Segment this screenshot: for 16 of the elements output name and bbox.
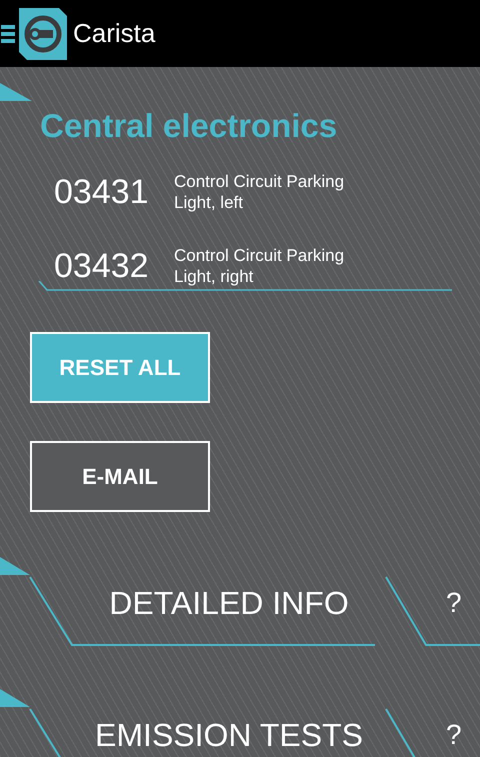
help-link[interactable]: ? (446, 719, 462, 751)
fault-code: 03431 (53, 172, 150, 212)
menu-item[interactable]: EMISSION TESTS (84, 716, 374, 754)
app-title: Carista (73, 18, 156, 49)
wrench-logo-icon (19, 8, 67, 60)
email-button[interactable]: E-MAIL (30, 441, 210, 512)
fault-description: Control Circuit Parking Light, right (174, 245, 346, 287)
accent-triangle (0, 689, 32, 709)
help-link[interactable]: ? (446, 587, 462, 619)
accent-triangle (0, 557, 32, 577)
fault-code: 03432 (53, 246, 150, 286)
menu-item[interactable]: DETAILED INFO (84, 584, 374, 622)
section-title: Central electronics (40, 107, 338, 145)
menu-icon[interactable] (1, 22, 15, 44)
fault-description: Control Circuit Parking Light, left (174, 171, 346, 213)
accent-triangle (0, 83, 32, 101)
